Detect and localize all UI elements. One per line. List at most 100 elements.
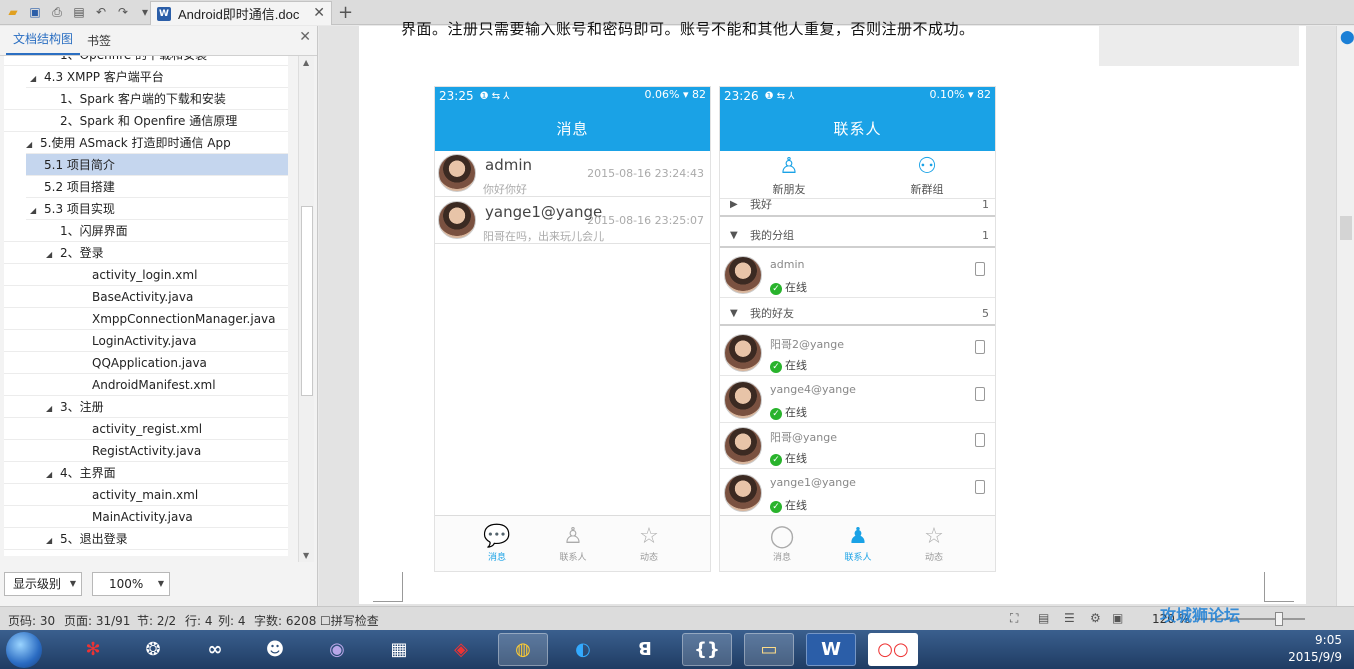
- outline-view-icon[interactable]: ☰: [1064, 611, 1075, 625]
- word-icon[interactable]: W: [806, 633, 856, 666]
- bottom-nav-contacts[interactable]: ♟ 联系人: [828, 524, 888, 563]
- print-preview-icon[interactable]: ▤: [70, 3, 88, 21]
- bottom-nav-moments[interactable]: ☆ 动态: [619, 524, 679, 563]
- outline-scrollbar[interactable]: ▲ ▼: [298, 56, 314, 562]
- outline-item[interactable]: BaseActivity.java: [4, 286, 288, 308]
- contact-item[interactable]: yange4@yange ✓ 在线: [720, 377, 995, 423]
- location-pin-icon[interactable]: ⬤: [1340, 30, 1354, 45]
- new-group-button[interactable]: ⚇ 新群组: [882, 153, 972, 197]
- checkbox-icon: ☐: [320, 614, 331, 628]
- zoom-slider-knob[interactable]: [1275, 612, 1283, 626]
- contact-item[interactable]: yange1@yange ✓ 在线: [720, 470, 995, 516]
- outline-item[interactable]: activity_regist.xml: [4, 418, 288, 440]
- expand-arrow-icon[interactable]: ◢: [30, 68, 44, 90]
- folder-icon[interactable]: ▭: [744, 633, 794, 666]
- outline-item[interactable]: ◢ 5.使用 ASmack 打造即时通信 App: [26, 132, 288, 154]
- outline-item[interactable]: ◢ 5.3 项目实现: [26, 198, 288, 220]
- outline-item[interactable]: LoginActivity.java: [4, 330, 288, 352]
- bottom-nav-contacts[interactable]: ♙ 联系人: [543, 524, 603, 563]
- outline-item[interactable]: ◢ 5、退出登录: [4, 528, 288, 550]
- chrome-icon[interactable]: ◍: [498, 633, 548, 666]
- fit-page-icon[interactable]: ⛶: [1010, 611, 1018, 626]
- outline-item[interactable]: MainActivity.java: [4, 506, 288, 528]
- scrollbar-thumb[interactable]: [301, 206, 313, 396]
- outline-item[interactable]: ◢ 4.3 XMPP 客户端平台: [26, 66, 288, 88]
- outline-item[interactable]: 1、Spark 客户端的下载和安装: [4, 88, 288, 110]
- document-tab[interactable]: W Android即时通信.doc ✕: [150, 1, 332, 25]
- taskbar-app-icon[interactable]: ∞: [190, 633, 240, 666]
- undo-icon[interactable]: ↶: [92, 3, 110, 21]
- new-friend-button[interactable]: ♙ 新朋友: [744, 153, 834, 197]
- bottom-nav-messages[interactable]: 💬 消息: [467, 524, 527, 563]
- conversation-item[interactable]: yange1@yange 阳哥在吗，出来玩儿会儿 2015-08-16 23:25:…: [435, 198, 710, 244]
- outline-item-label: activity_login.xml: [92, 268, 198, 282]
- taskbar-app-icon[interactable]: ▦: [374, 633, 424, 666]
- outline-item[interactable]: ◢ 3、注册: [4, 396, 288, 418]
- outline-item[interactable]: 5.1 项目简介: [26, 154, 288, 176]
- document-page[interactable]: 界面。注册只需要输入账号和密码即可。账号不能和其他人重复，否则注册不成功。 23…: [359, 20, 1306, 604]
- outline-item[interactable]: ◢ 4、主界面: [4, 462, 288, 484]
- conversation-item[interactable]: admin 你好你好 2015-08-16 23:24:43: [435, 151, 710, 197]
- outline-item[interactable]: 1、Openfire 的下载和安装: [4, 56, 288, 66]
- outline-item[interactable]: XmppConnectionManager.java: [4, 308, 288, 330]
- outline-item[interactable]: 2、Spark 和 Openfire 通信原理: [4, 110, 288, 132]
- bottom-nav-messages[interactable]: ◯ 消息: [752, 524, 812, 563]
- outline-item[interactable]: 1、闪屏界面: [4, 220, 288, 242]
- taskbar-app-icon[interactable]: ◐: [558, 633, 608, 666]
- outline-item[interactable]: RegistActivity.java: [4, 440, 288, 462]
- expand-arrow-icon[interactable]: ◢: [46, 244, 60, 266]
- web-view-icon[interactable]: ⚙: [1090, 611, 1101, 625]
- outline-item-label: 5.2 项目搭建: [44, 180, 115, 194]
- scroll-down-icon[interactable]: ▼: [303, 551, 309, 560]
- tab-bookmarks[interactable]: 书签: [80, 32, 118, 55]
- scrollbar-thumb[interactable]: [1340, 216, 1352, 240]
- phone-device-icon: [975, 433, 985, 447]
- expand-arrow-icon[interactable]: ◢: [26, 134, 40, 156]
- folder-icon[interactable]: ▰: [4, 3, 22, 21]
- taskbar-app-icon[interactable]: {}: [682, 633, 732, 666]
- print-icon[interactable]: ⎙: [48, 3, 66, 21]
- read-view-icon[interactable]: ▣: [1112, 611, 1123, 625]
- show-level-dropdown[interactable]: 显示级别 ▼: [4, 572, 82, 596]
- document-scrollbar[interactable]: ⬤: [1336, 26, 1354, 606]
- contact-item[interactable]: 阳哥@yange ✓ 在线: [720, 423, 995, 469]
- tab-document-outline[interactable]: 文档结构图: [6, 30, 81, 55]
- close-icon[interactable]: ✕: [299, 29, 311, 45]
- outline-zoom-dropdown[interactable]: 100% ▼: [92, 572, 170, 596]
- outline-item[interactable]: activity_main.xml: [4, 484, 288, 506]
- contact-group-header[interactable]: ▶ 我好 1: [720, 195, 995, 217]
- scroll-up-icon[interactable]: ▲: [303, 58, 309, 67]
- outline-item[interactable]: QQApplication.java: [4, 352, 288, 374]
- contact-item[interactable]: 阳哥2@yange ✓ 在线: [720, 330, 995, 376]
- status-col: 列: 4: [218, 614, 246, 628]
- outline-item[interactable]: activity_login.xml: [4, 264, 288, 286]
- taskbar-app-icon[interactable]: ✻: [68, 633, 118, 666]
- taskbar-app-icon[interactable]: ꓭ: [620, 633, 670, 666]
- qq-icon[interactable]: ☻: [250, 633, 300, 666]
- taskbar-app-icon[interactable]: ◈: [436, 633, 486, 666]
- new-tab-plus-icon[interactable]: +: [338, 2, 353, 23]
- save-icon[interactable]: ▣: [26, 3, 44, 21]
- contact-item[interactable]: admin ✓ 在线: [720, 252, 995, 298]
- contact-group-header[interactable]: ▼ 我的好友 5: [720, 304, 995, 326]
- phone-title: 联系人: [720, 105, 995, 151]
- outline-item[interactable]: ◢ 2、登录: [4, 242, 288, 264]
- contact-group-header[interactable]: ▼ 我的分组 1: [720, 226, 995, 248]
- taskbar-app-icon[interactable]: ❂: [128, 633, 178, 666]
- expand-arrow-icon[interactable]: ◢: [46, 464, 60, 486]
- expand-arrow-icon[interactable]: ◢: [46, 398, 60, 420]
- bottom-nav-moments[interactable]: ☆ 动态: [904, 524, 964, 563]
- spell-check-toggle[interactable]: ☐拼写检查: [320, 612, 379, 629]
- close-icon[interactable]: ✕: [313, 5, 325, 21]
- taskbar-app-icon[interactable]: ○○: [868, 633, 918, 666]
- outline-item[interactable]: 5.2 项目搭建: [26, 176, 288, 198]
- navigation-pane: 文档结构图 书签 ✕ 1、Openfire 的下载和安装◢4.3 XMPP 客户…: [0, 26, 318, 606]
- eclipse-icon[interactable]: ◉: [312, 633, 362, 666]
- expand-arrow-icon[interactable]: ◢: [30, 200, 44, 222]
- document-area[interactable]: 界面。注册只需要输入账号和密码即可。账号不能和其他人重复，否则注册不成功。 23…: [319, 20, 1336, 606]
- page-view-icon[interactable]: ▤: [1038, 611, 1049, 625]
- redo-icon[interactable]: ↷: [114, 3, 132, 21]
- start-button[interactable]: [6, 632, 42, 668]
- expand-arrow-icon[interactable]: ◢: [46, 530, 60, 552]
- outline-item[interactable]: AndroidManifest.xml: [4, 374, 288, 396]
